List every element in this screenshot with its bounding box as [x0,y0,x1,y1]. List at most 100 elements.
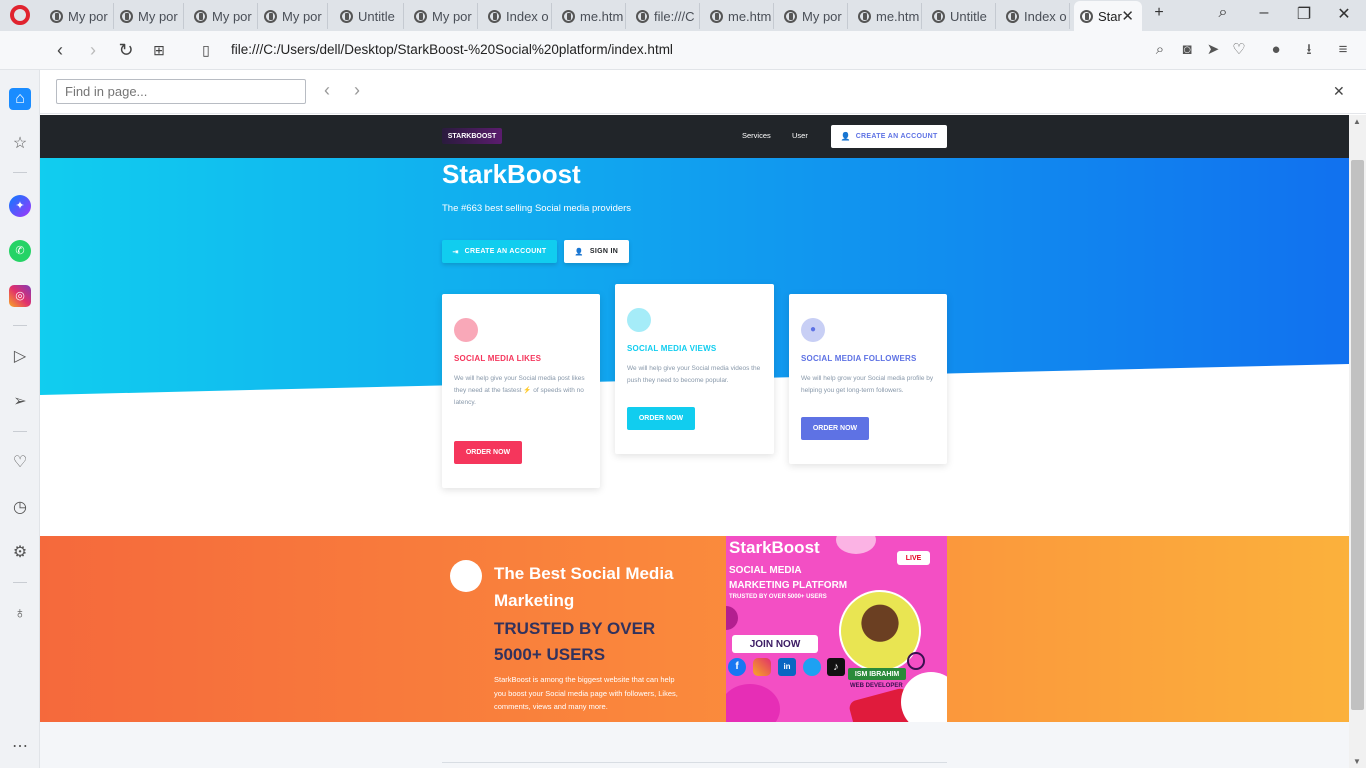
site-logo[interactable]: STARKBOOST [442,128,502,144]
sidebar-divider [13,172,27,173]
browser-tab[interactable]: My por [114,3,184,29]
tab-label: Star [1098,8,1122,24]
hero-create-account-label: CREATE AN ACCOUNT [464,248,547,255]
globe-icon [120,9,133,23]
scrollbar-thumb[interactable] [1351,160,1364,710]
home-icon[interactable]: ⌂ [9,88,31,110]
find-bar: ‹ › ✕ [40,70,1366,114]
globe-icon [636,9,649,23]
order-now-button[interactable]: ORDER NOW [627,407,695,430]
card-title: SOCIAL MEDIA VIEWS [627,344,717,353]
settings-icon[interactable]: ⚙ [9,542,31,564]
new-tab-button[interactable]: + [1147,4,1171,22]
opera-logo-icon[interactable] [10,5,30,25]
ad-role: WEB DEVELOPER [850,683,903,689]
find-next-button[interactable]: › [354,80,360,101]
pinboard-heart-icon[interactable]: ♡ [9,452,31,474]
logo-text: STARKBOOST [447,132,497,140]
card-description: We will help give your Social media post… [454,375,585,406]
forward-button[interactable]: › [82,39,104,61]
restore-button[interactable]: ❐ [1292,4,1316,24]
page-scrollbar[interactable]: ▲ ▼ [1349,115,1366,768]
camera-icon[interactable]: ◙ [1177,40,1197,60]
promo-subheading: TRUSTED BY OVER 5000+ USERS [494,619,656,664]
ad-line1: SOCIAL MEDIA [729,565,802,576]
hero-create-account-button[interactable]: ⇥ CREATE AN ACCOUNT [442,240,557,263]
tab-label: My por [212,8,252,24]
globe-icon [50,9,63,23]
tab-label: me.htm [876,8,920,24]
menu-icon[interactable]: ≡ [1333,40,1353,60]
find-prev-button[interactable]: ‹ [324,80,330,101]
flow-icon[interactable]: ➢ [9,391,31,413]
send-icon[interactable]: ➤ [1203,40,1223,60]
whatsapp-icon [907,652,925,670]
messenger-icon[interactable]: ✦ [9,195,31,217]
tabs-grid-icon[interactable]: ⊞ [148,39,170,61]
scroll-down-arrow[interactable]: ▼ [1353,757,1361,766]
reload-button[interactable]: ↻ [115,39,137,61]
add-user-icon: 👤 [840,132,851,141]
browser-tab[interactable]: Index o [1000,3,1070,29]
whatsapp-icon[interactable]: ✆ [9,240,31,262]
browser-tab[interactable]: My por [44,3,114,29]
globe-icon [194,9,207,23]
minimize-button[interactable]: – [1252,4,1276,22]
browser-tab[interactable]: My por [258,3,328,29]
tiktok-icon: ♪ [827,658,845,676]
find-close-button[interactable]: ✕ [1333,83,1345,100]
browser-tab[interactable]: My por [778,3,848,29]
close-window-button[interactable]: ✕ [1332,4,1356,24]
order-now-button[interactable]: ORDER NOW [801,417,869,440]
hero-subtitle: The #663 best selling Social media provi… [442,203,632,214]
card-description: We will help give your Social media vide… [627,365,761,384]
more-icon[interactable]: ⋯ [9,736,31,758]
browser-tab[interactable]: My por [408,3,478,29]
hero-section: StarkBoost The #663 best selling Social … [40,158,1349,536]
order-now-button[interactable]: ORDER NOW [454,441,522,464]
browser-tab[interactable]: me.htm [852,3,922,29]
browser-tab[interactable]: My por [188,3,258,29]
close-tab-icon[interactable]: ✕ [1121,7,1134,25]
card-followers: ● SOCIAL MEDIA FOLLOWERS We will help gr… [789,294,947,464]
instagram-icon[interactable]: ◎ [9,285,31,307]
promo-ad-image: StarkBoost LIVE SOCIAL MEDIA MARKETING P… [726,536,947,722]
find-input[interactable] [56,79,306,104]
promo-text: StarkBoost is among the biggest website … [494,675,678,711]
facebook-icon: f [728,658,746,676]
nav-create-account-button[interactable]: 👤 CREATE AN ACCOUNT [831,125,947,148]
linkedin-icon: in [778,658,796,676]
back-button[interactable]: ‹ [49,39,71,61]
tab-label: My por [282,8,322,24]
browser-tab[interactable]: me.htm [556,3,626,29]
browser-tab[interactable]: me.htm [704,3,774,29]
tab-label: Index o [1024,8,1067,24]
browser-tab[interactable]: Index o [482,3,552,29]
card-title: SOCIAL MEDIA FOLLOWERS [801,354,917,363]
nav-create-account-label: CREATE AN ACCOUNT [855,133,938,140]
nav-services-link[interactable]: Services [742,131,771,140]
profile-icon[interactable]: ● [1266,40,1286,60]
hero-sign-in-button[interactable]: 👤 SIGN IN [564,240,629,263]
tips-bulb-icon[interactable]: ♁ [9,603,31,625]
browser-tab[interactable]: file:///C [630,3,700,29]
sidebar-divider [13,582,27,583]
twitter-icon [803,658,821,676]
web-page: STARKBOOST Services User 👤 CREATE AN ACC… [40,115,1349,768]
promo-section: The Best Social Media Marketing TRUSTED … [40,536,1349,722]
scroll-up-arrow[interactable]: ▲ [1353,117,1361,126]
browser-tab[interactable]: Untitle [334,3,404,29]
nav-user-link[interactable]: User [792,131,808,140]
player-icon[interactable]: ▷ [9,346,31,368]
search-icon[interactable]: ⌕ [1150,40,1170,60]
tab-search-icon[interactable]: ⌕ [1211,4,1235,22]
heart-icon[interactable]: ♡ [1229,40,1249,60]
ad-join-badge: JOIN NOW [732,635,818,653]
browser-tab[interactable]: Untitle [926,3,996,29]
download-icon[interactable]: ⭳ [1299,40,1319,60]
history-icon[interactable]: ◷ [9,497,31,519]
url-field[interactable]: file:///C:/Users/dell/Desktop/StarkBoost… [231,42,673,57]
star-icon[interactable]: ☆ [9,133,31,155]
browser-tab[interactable]: Star ✕ [1074,1,1142,31]
tab-label: me.htm [728,8,772,24]
